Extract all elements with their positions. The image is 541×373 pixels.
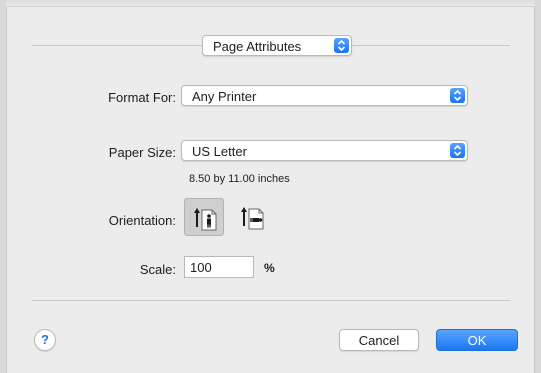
portrait-orientation-icon (194, 208, 217, 231)
paper-size-popup[interactable]: US Letter (181, 140, 468, 161)
orientation-label: Orientation: (108, 213, 176, 228)
ok-button[interactable]: OK (436, 329, 518, 351)
format-for-label: Format For: (108, 90, 176, 105)
popup-arrows-icon (334, 38, 349, 53)
scale-label: Scale: (139, 262, 176, 277)
format-for-popup[interactable]: Any Printer (181, 85, 468, 106)
settings-popup[interactable]: Page Attributes (202, 35, 352, 56)
orientation-landscape-button[interactable] (232, 198, 272, 236)
settings-popup-value: Page Attributes (213, 39, 302, 54)
paper-size-label: Paper Size: (108, 145, 176, 160)
page-setup-sheet: Page Attributes Format For: Any Printer … (6, 0, 535, 373)
scale-unit: % (264, 261, 275, 275)
format-for-value: Any Printer (192, 89, 257, 104)
popup-arrows-icon (450, 143, 465, 158)
paper-size-value: US Letter (192, 144, 247, 159)
scale-input[interactable]: 100 (184, 256, 254, 278)
sheet-top-edge (6, 0, 535, 7)
popup-arrows-icon (450, 88, 465, 103)
paper-dimensions: 8.50 by 11.00 inches (189, 173, 290, 185)
bottom-separator (32, 300, 510, 301)
help-button[interactable]: ? (34, 329, 56, 351)
orientation-portrait-button[interactable] (184, 198, 224, 236)
landscape-orientation-icon (241, 207, 264, 230)
cancel-button[interactable]: Cancel (339, 329, 419, 351)
